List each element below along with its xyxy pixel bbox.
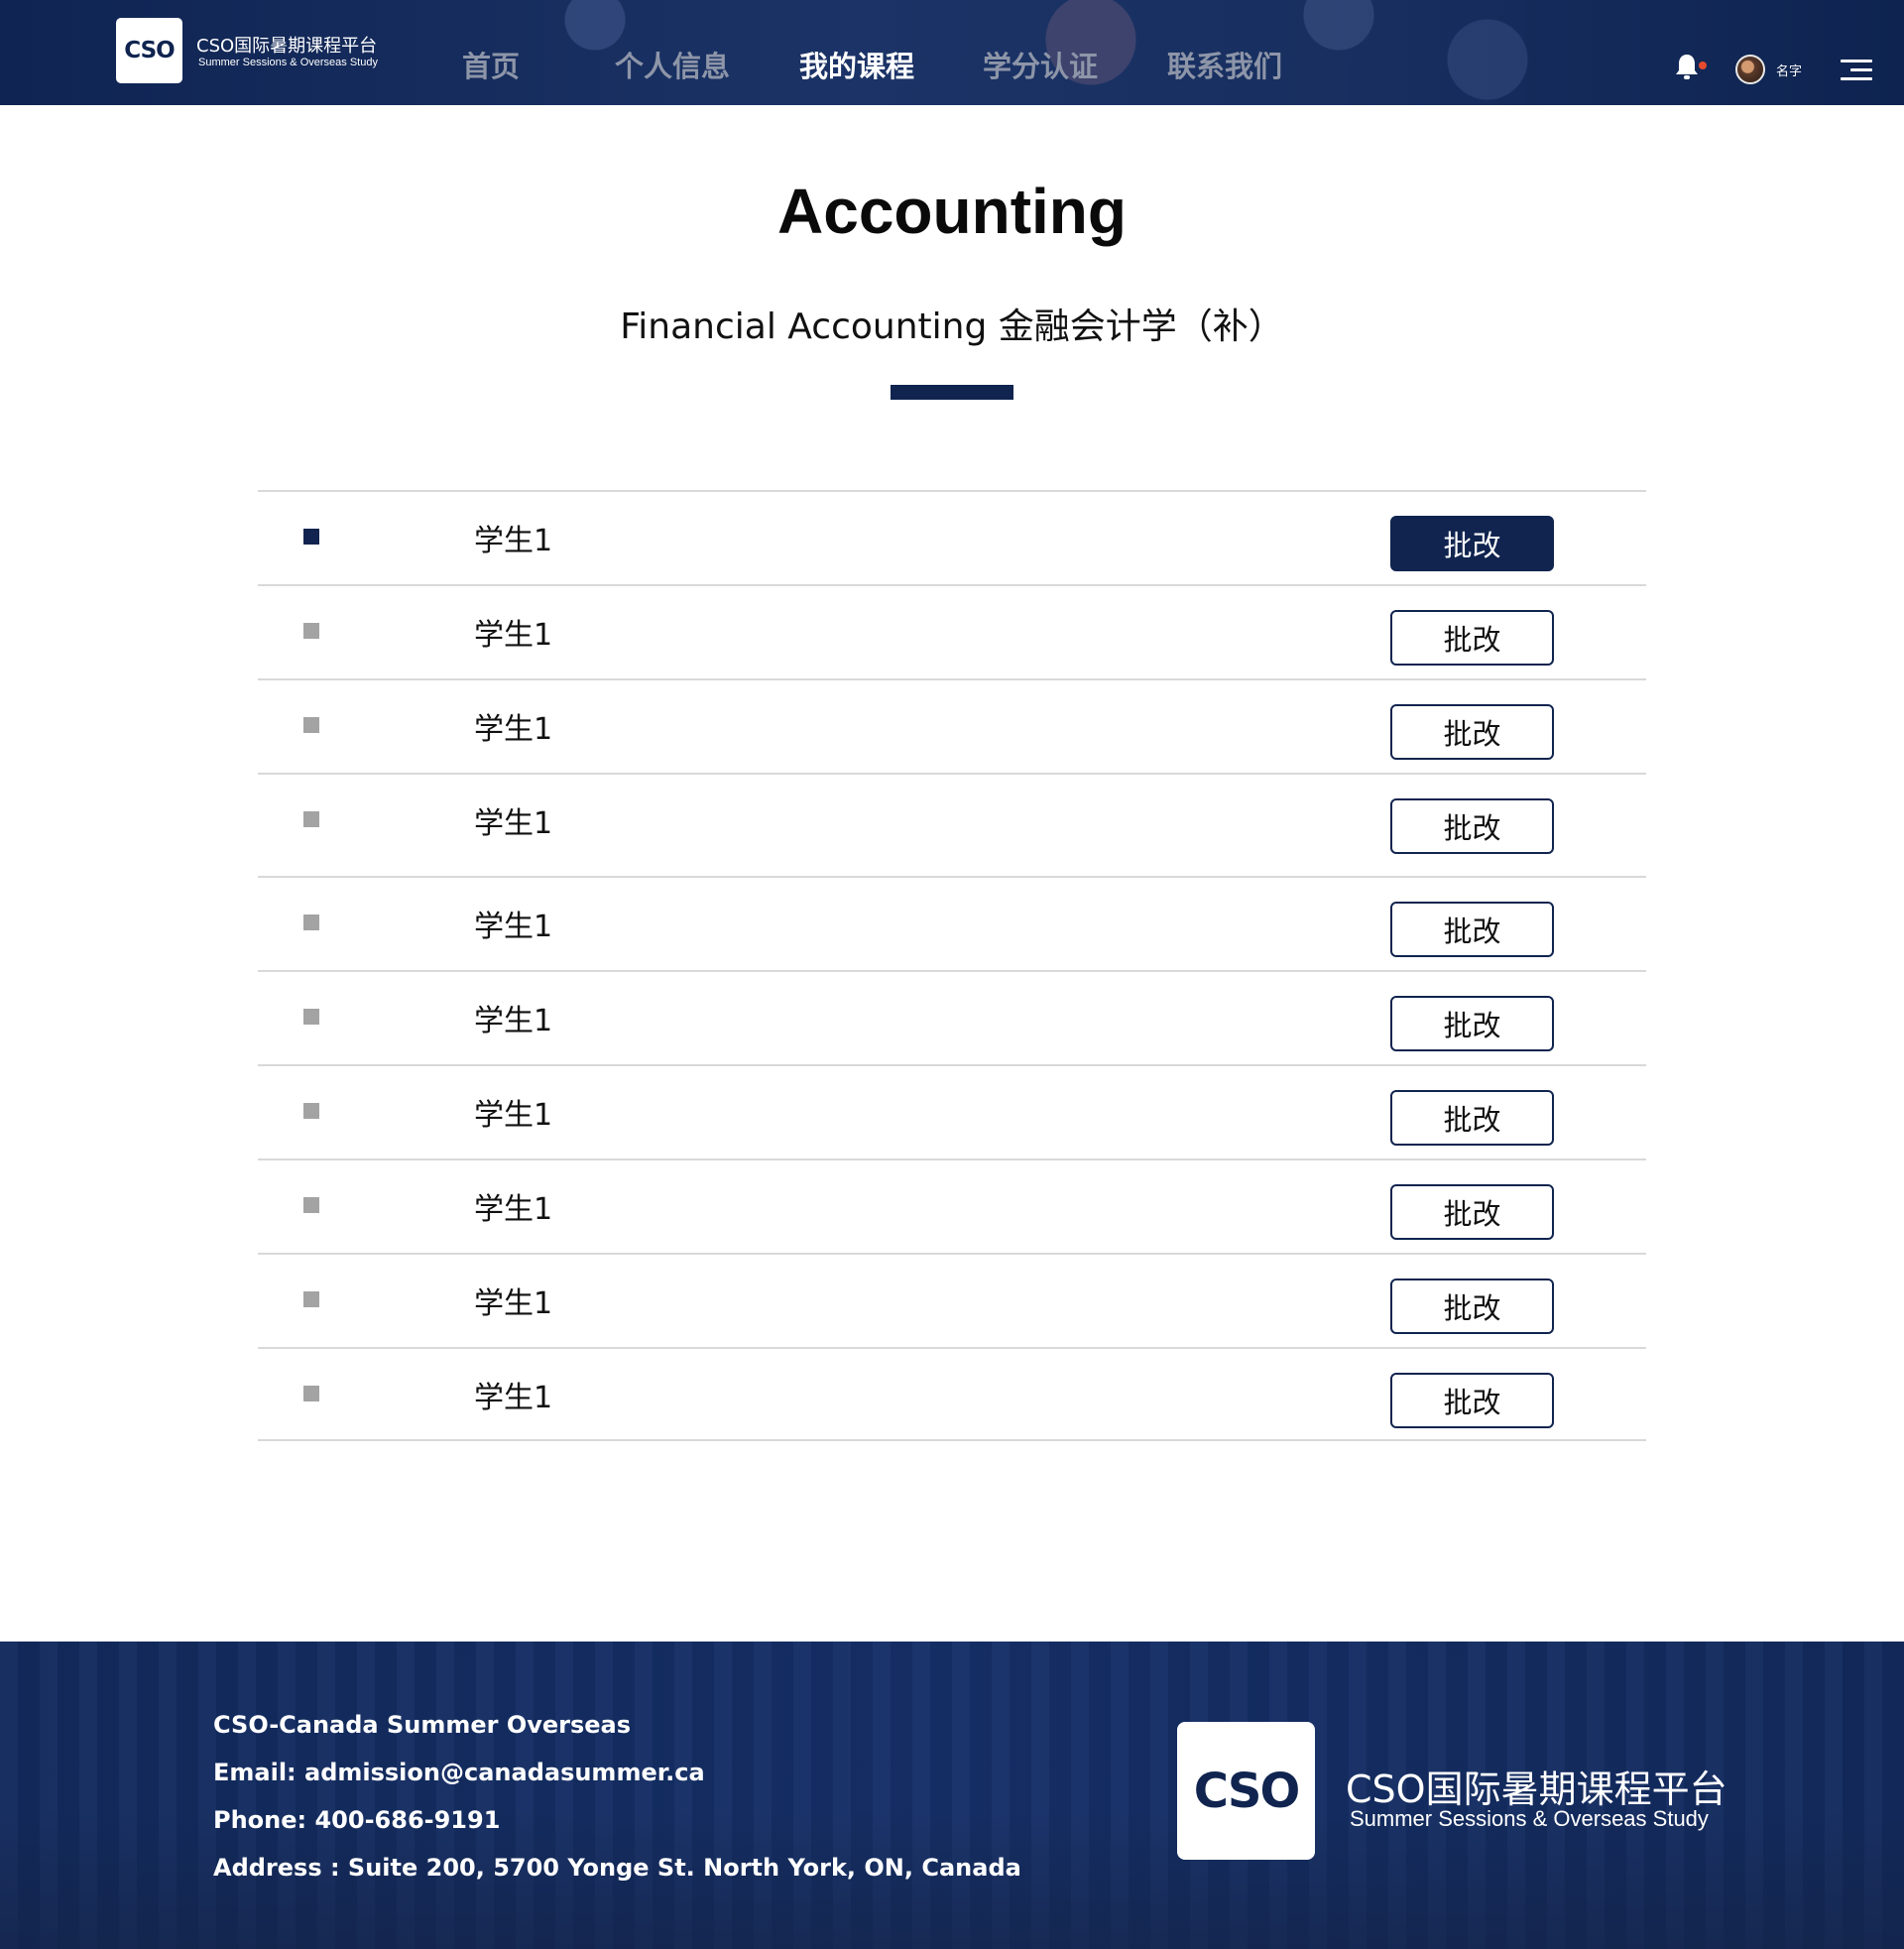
list-item: 学生1 批改	[258, 490, 1646, 584]
student-name: 学生1	[474, 524, 553, 558]
footer-brand-subtitle: Summer Sessions & Overseas Study	[1350, 1806, 1709, 1831]
grade-button[interactable]: 批改	[1390, 1090, 1554, 1146]
menu-icon[interactable]	[1841, 58, 1872, 81]
student-name: 学生1	[474, 1286, 553, 1321]
grade-button[interactable]: 批改	[1390, 1373, 1554, 1428]
cso-logo[interactable]: CSO	[116, 18, 182, 83]
nav-item-my-courses[interactable]: 我的课程	[799, 44, 914, 85]
user-name[interactable]: 名字	[1776, 61, 1802, 79]
bullet-marker	[303, 1386, 319, 1401]
top-navigation-bar: CSO CSO国际暑期课程平台 Summer Sessions & Overse…	[0, 0, 1904, 105]
avatar[interactable]	[1735, 55, 1765, 84]
nav-item-home[interactable]: 首页	[462, 44, 520, 85]
grade-button[interactable]: 批改	[1390, 610, 1554, 666]
nav-item-credit-certification[interactable]: 学分认证	[983, 44, 1098, 85]
bullet-marker	[303, 529, 319, 545]
grade-button[interactable]: 批改	[1390, 1184, 1554, 1240]
footer-company: CSO-Canada Summer Overseas	[213, 1711, 632, 1739]
list-item: 学生1 批改	[258, 1347, 1646, 1441]
footer-address: Address : Suite 200, 5700 Yonge St. Nort…	[213, 1854, 1021, 1882]
grade-button[interactable]: 批改	[1390, 704, 1554, 760]
footer: CSO-Canada Summer Overseas Email: admiss…	[0, 1642, 1904, 1949]
grade-button[interactable]: 批改	[1390, 902, 1554, 957]
logo-title: CSO国际暑期课程平台	[196, 36, 378, 57]
student-name: 学生1	[474, 1004, 553, 1038]
title-underline	[891, 385, 1013, 400]
logo-subtitle: Summer Sessions & Overseas Study	[198, 57, 378, 68]
bullet-marker	[303, 1197, 319, 1213]
footer-logo-mark: CSO	[1193, 1763, 1300, 1819]
student-name: 学生1	[474, 1098, 553, 1133]
page-title: Accounting	[777, 176, 1127, 247]
footer-contact-info: CSO-Canada Summer Overseas Email: admiss…	[213, 1711, 1021, 1901]
list-item: 学生1 批改	[258, 970, 1646, 1064]
logo-mark: CSO	[124, 38, 175, 63]
student-name: 学生1	[474, 910, 553, 944]
student-name: 学生1	[474, 806, 553, 841]
list-item: 学生1 批改	[258, 584, 1646, 678]
grade-button[interactable]: 批改	[1390, 798, 1554, 854]
notification-dot	[1699, 61, 1707, 69]
list-item: 学生1 批改	[258, 1064, 1646, 1158]
grade-button[interactable]: 批改	[1390, 1279, 1554, 1334]
student-name: 学生1	[474, 1192, 553, 1227]
nav-item-profile[interactable]: 个人信息	[615, 44, 730, 85]
bullet-marker	[303, 914, 319, 930]
grade-button[interactable]: 批改	[1390, 516, 1554, 571]
bell-icon[interactable]	[1672, 52, 1702, 81]
footer-email[interactable]: Email: admission@canadasummer.ca	[213, 1759, 1021, 1806]
student-name: 学生1	[474, 712, 553, 747]
footer-cso-logo: CSO	[1177, 1722, 1315, 1860]
bullet-marker	[303, 1291, 319, 1307]
bullet-marker	[303, 1009, 319, 1025]
footer-phone: Phone: 400-686-9191	[213, 1806, 501, 1834]
bullet-marker	[303, 1103, 319, 1119]
list-item: 学生1 批改	[258, 876, 1646, 970]
course-subtitle: Financial Accounting 金融会计学（补）	[620, 306, 1284, 347]
list-item: 学生1 批改	[258, 1158, 1646, 1253]
bullet-marker	[303, 811, 319, 827]
footer-brand-title: CSO国际暑期课程平台	[1346, 1767, 1727, 1811]
bullet-marker	[303, 717, 319, 733]
student-name: 学生1	[474, 618, 553, 653]
list-item: 学生1 批改	[258, 678, 1646, 773]
list-item: 学生1 批改	[258, 1253, 1646, 1347]
bullet-marker	[303, 623, 319, 639]
student-name: 学生1	[474, 1381, 553, 1415]
list-item: 学生1 批改	[258, 773, 1646, 876]
grade-button[interactable]: 批改	[1390, 996, 1554, 1051]
nav-item-contact-us[interactable]: 联系我们	[1167, 44, 1282, 85]
